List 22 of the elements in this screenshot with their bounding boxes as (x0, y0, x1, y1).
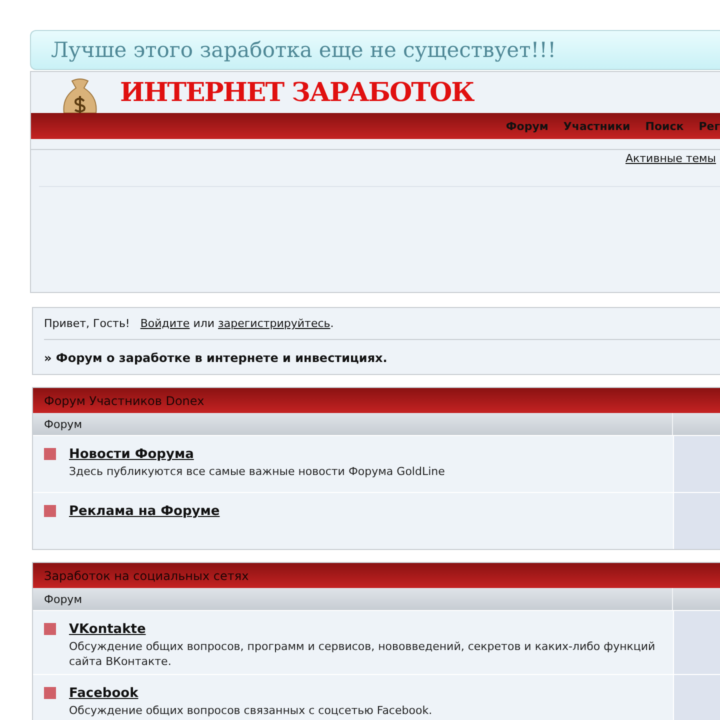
forum-link[interactable]: Facebook (69, 686, 432, 701)
site-title: ИНТЕРНЕТ ЗАРАБОТОК (120, 77, 474, 110)
forum-status-icon (44, 505, 56, 517)
category-header: Форум Участников Donex (33, 388, 720, 413)
forum-description: Здесь публикуются все самые важные новости Форума GoldLine (69, 464, 445, 479)
breadcrumb: » Форум о заработке в интернете и инвестициях. (44, 350, 388, 367)
forum-link[interactable]: Новости Форума (69, 447, 445, 462)
forum-description: Обсуждение общих вопросов связанных с соцсетью Facebook. (69, 703, 432, 718)
register-link[interactable]: зарегистрируйтесь (218, 317, 330, 330)
forum-status-icon (44, 623, 56, 635)
forum-status-icon (44, 687, 56, 699)
forum-link[interactable]: VKontakte (69, 622, 662, 637)
forum-status-icon (44, 448, 56, 460)
forum-link[interactable]: Реклама на Форуме (69, 504, 220, 519)
greeting-text: Привет, Гость! Войдите или зарегистрируйтесь. (44, 308, 720, 340)
column-header: Форум (33, 413, 673, 435)
login-link[interactable]: Войдите (140, 317, 190, 330)
column-header: Форум (33, 588, 673, 610)
forum-description: Обсуждение общих вопросов, программ и сервисов, нововведений, секретов и каких-либо функций сайта ВКонтакте. (69, 639, 656, 669)
category-header: Заработок на социальных сетях (33, 563, 720, 588)
slogan: Лучше этого заработка еще не существует!!! (51, 38, 556, 62)
active-topics-link[interactable]: Активные темы (625, 152, 716, 186)
